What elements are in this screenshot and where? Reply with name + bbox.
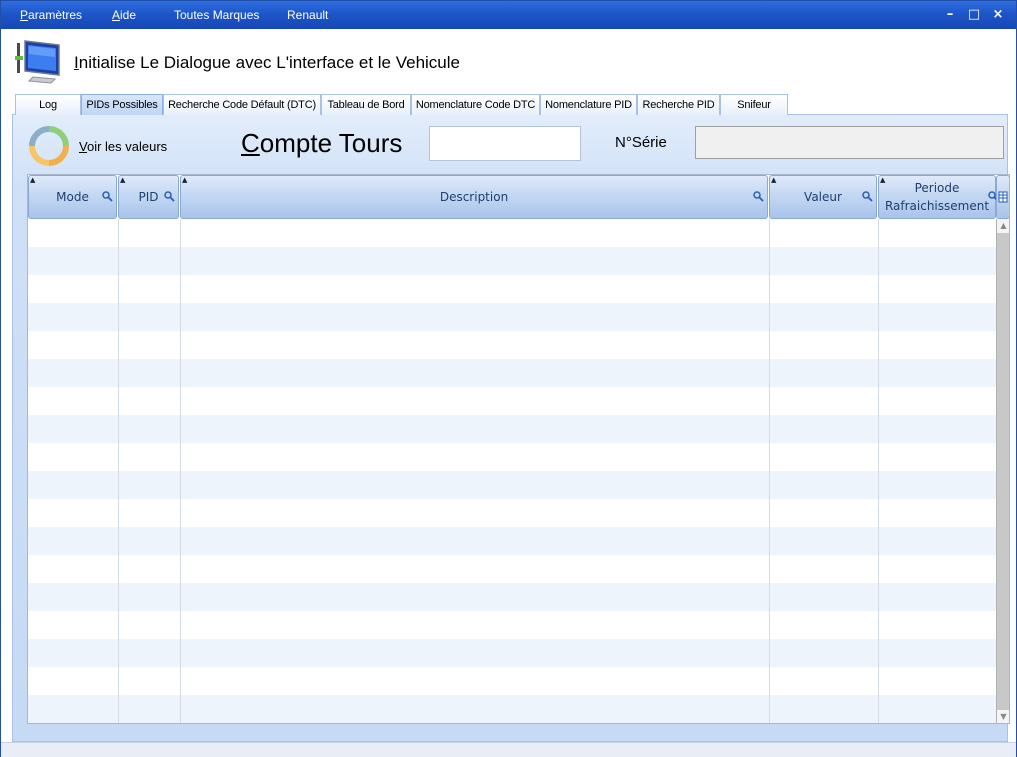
search-icon[interactable] (102, 191, 113, 202)
column-header-periode[interactable]: ▲ Periode Rafraichissement (878, 175, 999, 219)
refresh-ring-icon[interactable] (29, 126, 69, 166)
table-row (28, 415, 996, 443)
menu-toutes-marques[interactable]: Toutes Marques (174, 8, 259, 22)
pin-icon[interactable]: ▲ (771, 176, 776, 184)
search-icon[interactable] (164, 191, 175, 202)
tab-nomenclature-pid[interactable]: Nomenclature PID (540, 94, 637, 115)
menu-parametres-label: aramètres (28, 8, 83, 22)
scroll-up-arrow-icon[interactable]: ▲ (997, 219, 1009, 233)
pin-icon[interactable]: ▲ (880, 176, 885, 184)
periode-line2: Rafraichissement (884, 199, 990, 213)
menu-renault[interactable]: Renault (287, 8, 328, 22)
table-row (28, 275, 996, 303)
page-title-text: nitialise Le Dialogue avec L'interface e… (78, 53, 460, 72)
column-header-description-label: Description (439, 190, 509, 204)
column-divider (118, 219, 119, 723)
table-row (28, 387, 996, 415)
search-icon[interactable] (862, 191, 873, 202)
table-row (28, 639, 996, 667)
main-window: Paramètres Aide Toutes Marques Renault –… (0, 0, 1017, 757)
table-row (28, 247, 996, 275)
column-chooser-icon (998, 191, 1008, 203)
close-button[interactable]: × (989, 6, 1007, 24)
menu-aide-accesskey: A (112, 8, 121, 22)
table-row (28, 555, 996, 583)
serie-label: N°Série (615, 134, 667, 151)
minimize-button[interactable]: – (941, 6, 959, 24)
column-header-pid-label: PID (138, 190, 159, 204)
table-row (28, 303, 996, 331)
compte-tours-field[interactable] (429, 126, 581, 161)
column-divider (180, 219, 181, 723)
column-header-valeur-label: Valeur (804, 190, 842, 204)
table-row (28, 695, 996, 723)
status-bar (1, 742, 1016, 757)
compte-label-text: ompte Tours (259, 128, 403, 158)
menu-aide-label: ide (120, 8, 137, 22)
tab-log[interactable]: Log (15, 94, 81, 115)
menu-parametres[interactable]: Paramètres (20, 8, 82, 22)
voir-accesskey: V (79, 139, 87, 154)
compte-accesskey: C (241, 128, 260, 158)
table-row (28, 499, 996, 527)
table-row (28, 443, 996, 471)
table-row (28, 527, 996, 555)
table-row (28, 331, 996, 359)
column-divider (769, 219, 770, 723)
tab-nomenclature-code-dtc[interactable]: Nomenclature Code DTC (411, 94, 540, 115)
table-row (28, 219, 996, 247)
table-row (28, 611, 996, 639)
column-header-mode[interactable]: ▲ Mode (28, 175, 117, 219)
voir-les-valeurs-button[interactable]: Voir les valeurs (79, 139, 167, 154)
column-chooser-button[interactable] (996, 175, 1009, 219)
column-divider (878, 219, 879, 723)
table-row (28, 667, 996, 695)
maximize-button[interactable]: □ (965, 6, 983, 24)
voir-label-text: oir les valeurs (86, 139, 168, 154)
tab-tableau-de-bord[interactable]: Tableau de Bord (321, 94, 411, 115)
tab-recherche-pid[interactable]: Recherche PID (637, 94, 720, 115)
pin-icon[interactable]: ▲ (182, 176, 187, 184)
column-header-description[interactable]: ▲ Description (180, 175, 768, 219)
tab-pids-possibles[interactable]: PIDs Possibles (81, 94, 163, 115)
vertical-scrollbar[interactable]: ▲ ▼ (996, 219, 1009, 723)
column-header-periode-label: Periode Rafraichissement (885, 179, 989, 215)
search-icon[interactable] (753, 191, 764, 202)
column-header-pid[interactable]: ▲ PID (118, 175, 179, 219)
menu-parametres-accesskey: P (20, 8, 29, 22)
pin-icon[interactable]: ▲ (30, 176, 35, 184)
table-row (28, 583, 996, 611)
column-header-valeur[interactable]: ▲ Valeur (769, 175, 877, 219)
pin-icon[interactable]: ▲ (120, 176, 125, 184)
compte-tours-label: Compte Tours (241, 128, 402, 159)
menu-aide[interactable]: Aide (112, 8, 136, 22)
table-row (28, 359, 996, 387)
tab-snifeur[interactable]: Snifeur (720, 94, 788, 115)
tab-recherche-code-defaut[interactable]: Recherche Code Défault (DTC) (163, 94, 321, 115)
pids-grid[interactable]: ▲ Mode ▲ PID ▲ Description ▲ Valeur ▲ Pe… (27, 174, 1010, 724)
periode-line1: Periode (914, 181, 960, 195)
serie-field[interactable] (695, 126, 1004, 159)
table-row (28, 471, 996, 499)
column-header-mode-label: Mode (56, 190, 89, 204)
page-title: Initialise Le Dialogue avec L'interface … (74, 53, 460, 73)
menu-bar: Paramètres Aide Toutes Marques Renault –… (1, 1, 1016, 29)
scroll-down-arrow-icon[interactable]: ▼ (997, 710, 1009, 723)
computer-monitor-icon (15, 39, 65, 85)
